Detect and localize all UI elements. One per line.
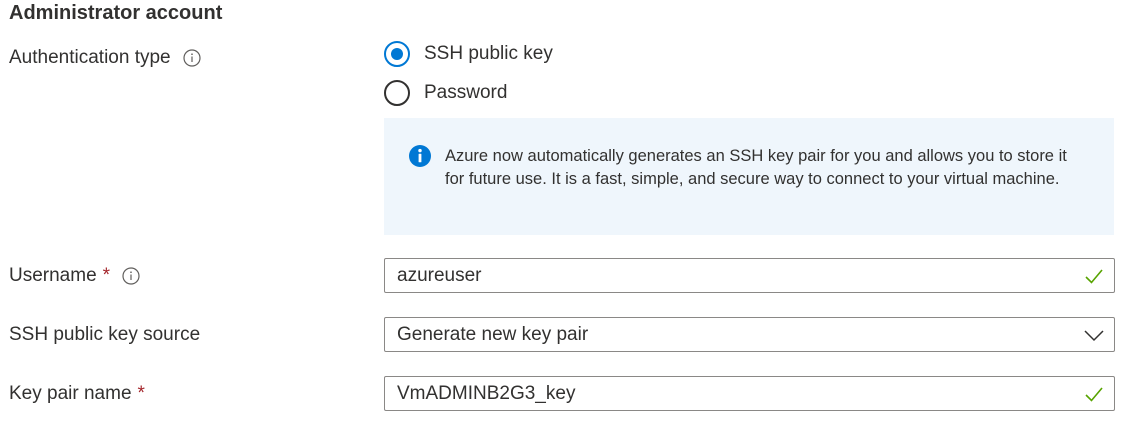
username-input[interactable]: azureuser [384,258,1115,293]
auth-type-label: Authentication type [9,47,171,68]
radio-label-ssh[interactable]: SSH public key [424,43,553,65]
username-label: Username [9,265,97,286]
key-pair-name-label-row: Key pair name * [9,383,145,405]
admin-account-section: Administrator account Authentication typ… [0,0,1124,424]
key-pair-name-input[interactable]: VmADMINB2G3_key [384,376,1115,411]
radio-label-password[interactable]: Password [424,82,507,104]
checkmark-icon [1083,265,1105,287]
key-pair-name-label: Key pair name [9,383,132,404]
ssh-info-message: Azure now automatically generates an SSH… [384,118,1114,235]
key-source-label-row: SSH public key source [9,324,200,346]
key-source-label: SSH public key source [9,324,201,345]
required-asterisk: * [102,265,111,286]
required-asterisk: * [137,383,145,404]
username-value[interactable]: azureuser [397,265,1083,287]
key-source-selected[interactable]: Generate new key pair [397,324,1083,346]
radio-password[interactable]: Password [384,79,553,107]
info-message-text: Azure now automatically generates an SSH… [445,147,1067,188]
chevron-down-icon[interactable] [1083,324,1105,346]
section-title: Administrator account [9,2,223,24]
auth-type-label-row: Authentication type [9,47,201,69]
radio-button-checked[interactable] [384,41,410,67]
auth-type-radio-group: SSH public key Password [384,40,553,118]
info-filled-icon [408,144,432,168]
info-icon[interactable] [122,267,140,285]
key-pair-name-value[interactable]: VmADMINB2G3_key [397,383,1083,405]
radio-button-unchecked[interactable] [384,80,410,106]
username-label-row: Username * [9,265,140,287]
checkmark-icon [1083,383,1105,405]
key-source-dropdown[interactable]: Generate new key pair [384,317,1115,352]
info-icon[interactable] [183,49,201,67]
radio-ssh-public-key[interactable]: SSH public key [384,40,553,68]
